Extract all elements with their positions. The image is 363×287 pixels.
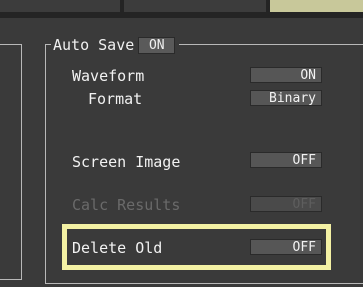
waveform-value[interactable]: ON (250, 67, 322, 83)
calc-results-value: OFF (250, 196, 322, 212)
left-panel-edge (0, 44, 22, 280)
calc-results-label: Calc Results (72, 196, 181, 214)
top-toolbar (0, 0, 363, 18)
screen-image-value[interactable]: OFF (250, 152, 322, 168)
auto-save-toggle[interactable]: ON (138, 36, 176, 54)
toolbar-segment (124, 0, 266, 12)
format-select[interactable]: Binary (250, 90, 322, 106)
screen-image-label: Screen Image (72, 153, 181, 171)
format-label: Format (88, 90, 143, 108)
auto-save-label: Auto Save (53, 36, 135, 54)
toolbar-segment (0, 0, 120, 12)
toolbar-accent-segment (270, 0, 363, 12)
waveform-label: Waveform (72, 67, 145, 85)
delete-old-highlight (62, 224, 331, 270)
auto-save-header: Auto Save ON (51, 36, 180, 54)
